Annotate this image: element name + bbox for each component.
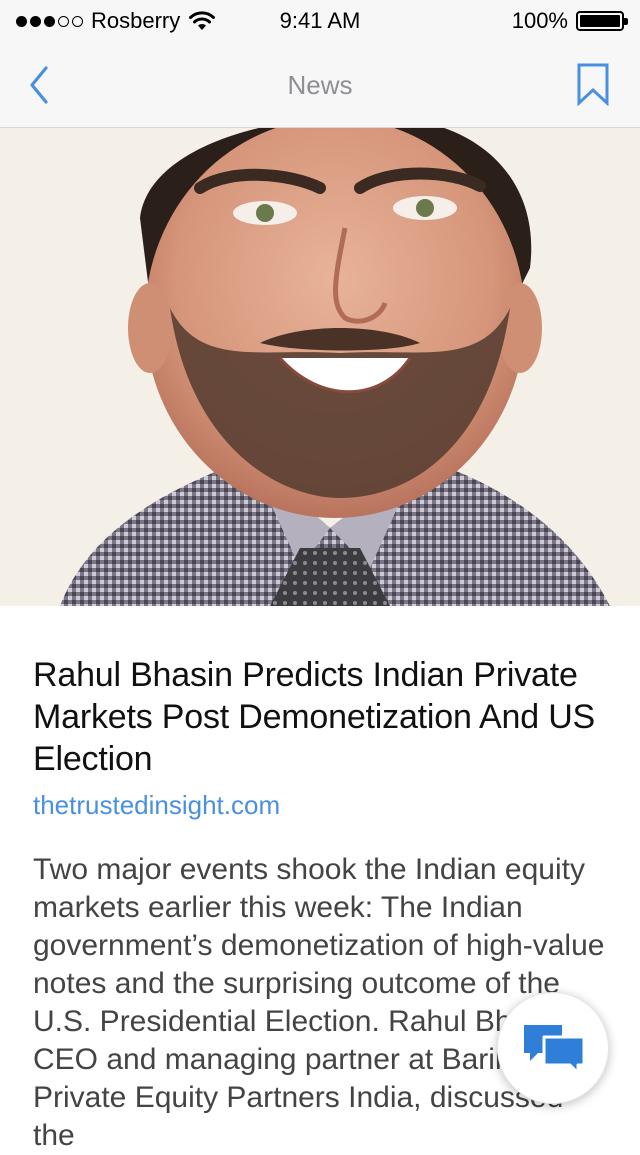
- bookmark-button[interactable]: [576, 62, 610, 107]
- battery-percent: 100%: [511, 8, 568, 33]
- article-source-link[interactable]: thetrustedinsight.com: [33, 790, 613, 821]
- status-bar: Rosberry 9:41 AM 100%: [0, 0, 640, 40]
- battery-icon: [576, 11, 628, 31]
- article-headline: Rahul Bhasin Predicts Indian Private Mar…: [33, 656, 596, 778]
- status-right: 100%: [511, 8, 628, 34]
- portrait-photo: [0, 128, 640, 606]
- nav-title: News: [287, 70, 353, 100]
- article-image: [0, 128, 640, 606]
- chat-button[interactable]: [497, 992, 609, 1104]
- bookmark-icon: [577, 63, 609, 107]
- chat-bubbles-icon: [524, 1025, 586, 1075]
- navigation-bar: News: [0, 40, 640, 128]
